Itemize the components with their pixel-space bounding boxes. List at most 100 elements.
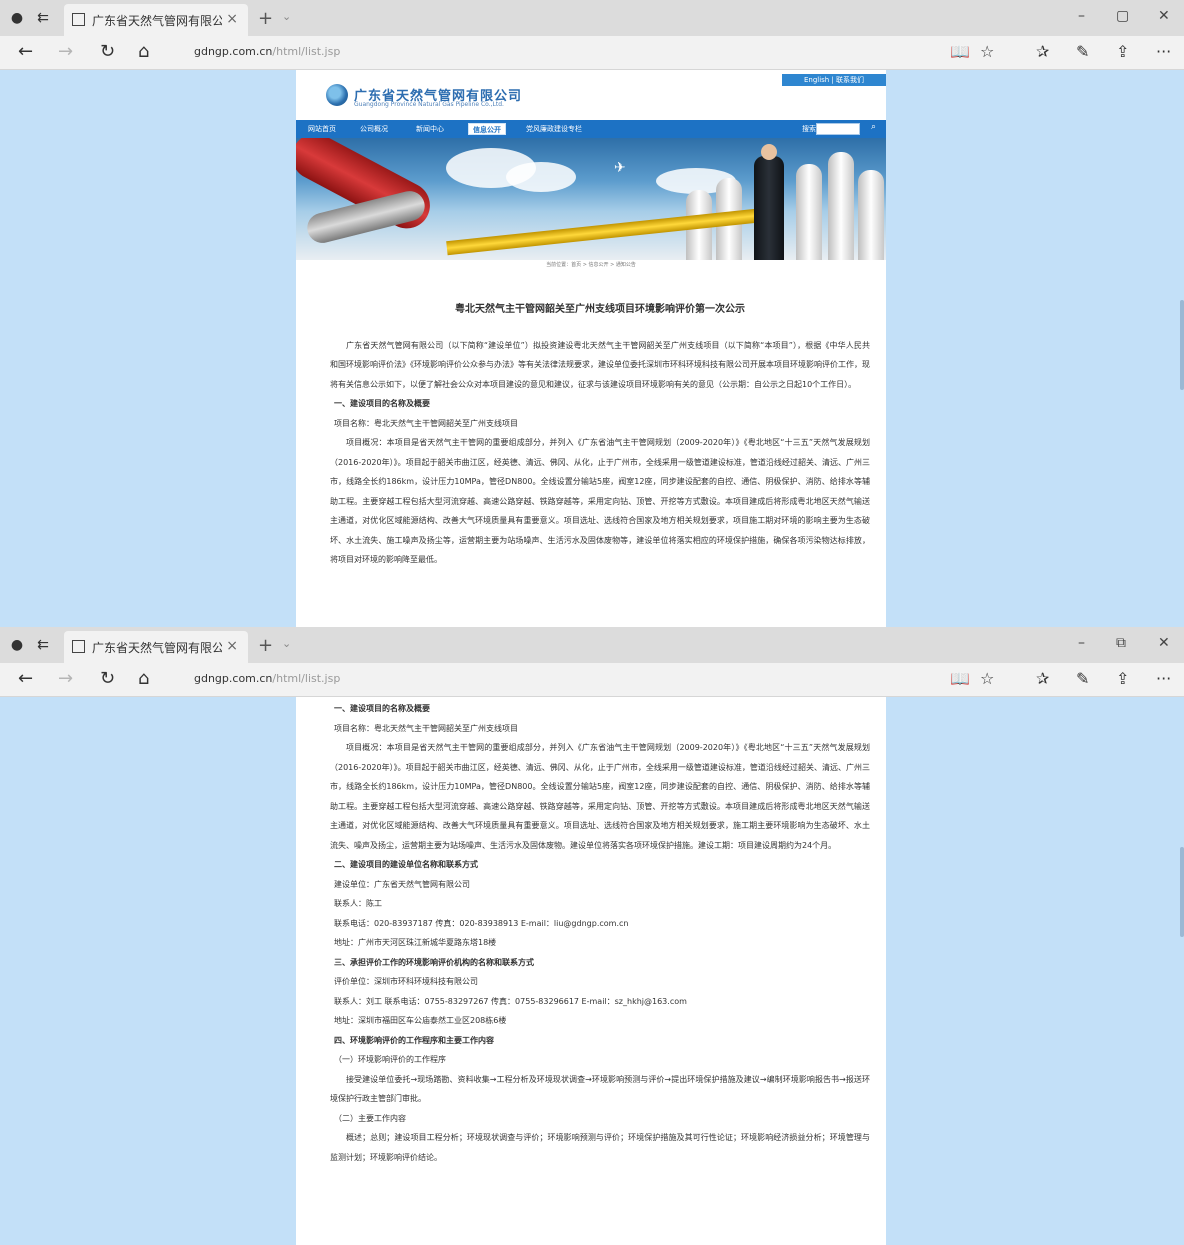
article-title: 粤北天然气主干管网韶关至广州支线项目环境影响评价第一次公示: [455, 304, 745, 315]
home-icon[interactable]: ⌂: [138, 42, 149, 62]
minimize-icon[interactable]: –: [1078, 8, 1085, 24]
search-input[interactable]: [816, 123, 860, 135]
close-window-icon[interactable]: ✕: [1158, 8, 1170, 24]
search-icon[interactable]: ⌕: [871, 122, 876, 132]
nav-news[interactable]: 新闻中心: [412, 123, 448, 135]
article-intro: 广东省天然气管网有限公司（以下简称“建设单位”）拟投资建设粤北天然气主干管网韶关…: [330, 340, 870, 389]
nav-home[interactable]: 网站首页: [304, 123, 340, 135]
eia-contact: 联系人：刘工 联系电话：0755-83297267 传真：0755-832966…: [334, 996, 687, 1006]
address-bar: ← → ↻ ⌂ gdngp.com.cn/html/list.jsp 📖 ☆ ✰…: [0, 36, 1184, 70]
tab-title: 广东省天然气管网有限公司: [92, 14, 222, 28]
procedure-text: 接受建设单位委托→现场踏勘、资料收集→工程分析及环境现状调查→环境影响预测与评价…: [330, 1074, 870, 1104]
more-menu-icon[interactable]: ···: [1156, 669, 1171, 689]
url-path: /html/list.jsp: [272, 45, 341, 58]
scrollbar-thumb[interactable]: [1180, 300, 1184, 390]
scrollbar-thumb[interactable]: [1180, 847, 1184, 937]
nav-info-public[interactable]: 信息公开: [468, 123, 506, 135]
section-heading: 一、建设项目的名称及概要: [334, 399, 430, 408]
section-heading: 一、建设项目的名称及概要: [334, 704, 430, 713]
browser-tab[interactable]: 广东省天然气管网有限公司 ×: [64, 631, 248, 663]
top-links[interactable]: English | 联系我们: [782, 74, 886, 86]
web-page: 广东省天然气管网有限公司 Guangdong Province Natural …: [296, 70, 886, 627]
eia-address: 地址：深圳市福田区车公庙泰然工业区208栋6楼: [334, 1016, 507, 1025]
url-field[interactable]: gdngp.com.cn/html/list.jsp: [194, 45, 340, 58]
refresh-icon[interactable]: ↻: [100, 42, 115, 62]
reading-view-icon[interactable]: 📖: [950, 42, 970, 62]
forward-icon[interactable]: →: [58, 42, 73, 62]
page-icon: [72, 13, 85, 26]
company-logo-icon: [326, 84, 348, 106]
content-text: 概述；总则；建设项目工程分析；环境现状调查与评价；环境影响预测与评价；环境保护措…: [330, 1133, 870, 1162]
page-icon: [72, 640, 85, 653]
share-icon[interactable]: ⇪: [1116, 42, 1129, 62]
owner-phone: 联系电话：020-83937187 传真：020-83938913 E-mail…: [334, 918, 629, 928]
url-host: gdngp.com.cn: [194, 45, 273, 58]
tab-close-icon[interactable]: ×: [226, 11, 238, 27]
share-icon[interactable]: ⇪: [1116, 669, 1129, 689]
tab-actions-icon[interactable]: ⇇: [34, 9, 52, 27]
section-heading: 三、承担评价工作的环境影响评价机构的名称和联系方式: [334, 957, 534, 967]
restore-icon[interactable]: ⧉: [1116, 635, 1126, 651]
reading-view-icon[interactable]: 📖: [950, 669, 970, 689]
person-head: [761, 144, 777, 160]
tab-dropdown-icon[interactable]: ⌄: [282, 10, 291, 23]
favorite-star-icon[interactable]: ☆: [980, 669, 994, 689]
close-window-icon[interactable]: ✕: [1158, 635, 1170, 651]
owner-address: 地址：广州市天河区珠江新城华夏路东塔18楼: [334, 938, 497, 947]
favorites-hub-icon[interactable]: ✰: [1036, 42, 1049, 62]
article-body: 粤北天然气主干管网韶关至广州支线项目环境影响评价第一次公示 广东省天然气管网有限…: [296, 300, 886, 570]
browser-tab[interactable]: 广东省天然气管网有限公司 ×: [64, 4, 248, 36]
url-path: /html/list.jsp: [272, 672, 341, 685]
tab-actions-icon[interactable]: ⇇: [34, 636, 52, 654]
new-tab-icon[interactable]: +: [258, 635, 273, 656]
eia-name: 评价单位：深圳市环科环境科技有限公司: [334, 977, 478, 986]
section-heading: 二、建设项目的建设单位名称和联系方式: [334, 860, 478, 869]
site-nav: 网站首页 公司概况 新闻中心 信息公开 党风廉政建设专栏 搜索 ⌕: [296, 120, 886, 138]
back-icon[interactable]: ←: [18, 669, 33, 689]
home-icon[interactable]: ⌂: [138, 669, 149, 689]
page-viewport: 广东省天然气管网有限公司 Guangdong Province Natural …: [0, 70, 1184, 627]
tab-close-icon[interactable]: ×: [226, 638, 238, 654]
forward-icon[interactable]: →: [58, 669, 73, 689]
breadcrumb: 当前位置：首页 > 信息公开 > 通知公告: [296, 260, 886, 270]
more-menu-icon[interactable]: ···: [1156, 42, 1171, 62]
refresh-icon[interactable]: ↻: [100, 669, 115, 689]
owner-contact: 联系人：陈工: [334, 899, 382, 908]
new-tab-icon[interactable]: +: [258, 8, 273, 29]
site-header: 广东省天然气管网有限公司 Guangdong Province Natural …: [296, 70, 886, 120]
nav-party-column[interactable]: 党风廉政建设专栏: [522, 123, 586, 135]
project-name: 项目名称：粤北天然气主干管网韶关至广州支线项目: [334, 418, 518, 428]
subsection-heading: （二）主要工作内容: [334, 1113, 406, 1123]
project-name: 项目名称：粤北天然气主干管网韶关至广州支线项目: [334, 723, 518, 733]
favorite-star-icon[interactable]: ☆: [980, 42, 994, 62]
maximize-icon[interactable]: ▢: [1116, 8, 1129, 24]
profile-icon[interactable]: ●: [8, 636, 26, 654]
profile-icon[interactable]: ●: [8, 9, 26, 27]
tank-shape: [828, 152, 854, 260]
owner-name: 建设单位：广东省天然气管网有限公司: [334, 879, 470, 889]
nav-about[interactable]: 公司概况: [356, 123, 392, 135]
tab-dropdown-icon[interactable]: ⌄: [282, 637, 291, 650]
banner-image: ✈: [296, 138, 886, 260]
section-heading: 四、环境影响评价的工作程序和主要工作内容: [334, 1035, 494, 1045]
url-field[interactable]: gdngp.com.cn/html/list.jsp: [194, 672, 340, 685]
url-host: gdngp.com.cn: [194, 672, 273, 685]
minimize-icon[interactable]: –: [1078, 635, 1085, 651]
project-summary: 项目概况：本项目是省天然气主干管网的重要组成部分，并列入《广东省油气主干管网规划…: [330, 438, 870, 564]
company-name-en: Guangdong Province Natural Gas Pipeline …: [354, 101, 504, 108]
web-note-icon[interactable]: ✎: [1076, 42, 1089, 62]
subsection-heading: （一）环境影响评价的工作程序: [334, 1055, 446, 1064]
back-icon[interactable]: ←: [18, 42, 33, 62]
search-label: 搜索: [802, 125, 816, 133]
page-viewport: 一、建设项目的名称及概要 项目名称：粤北天然气主干管网韶关至广州支线项目 项目概…: [0, 697, 1184, 1245]
favorites-hub-icon[interactable]: ✰: [1036, 669, 1049, 689]
article-body: 一、建设项目的名称及概要 项目名称：粤北天然气主干管网韶关至广州支线项目 项目概…: [296, 697, 886, 1167]
tab-title: 广东省天然气管网有限公司: [92, 641, 222, 655]
browser-window-bottom: ● ⇇ 广东省天然气管网有限公司 × + ⌄ – ⧉ ✕ ← → ↻ ⌂ gdn…: [0, 627, 1184, 1245]
web-note-icon[interactable]: ✎: [1076, 669, 1089, 689]
tank-shape: [796, 164, 822, 260]
project-summary: 项目概况：本项目是省天然气主干管网的重要组成部分，并列入《广东省油气主干管网规划…: [330, 743, 870, 850]
cloud-shape: [506, 162, 576, 192]
browser-window-top: ● ⇇ 广东省天然气管网有限公司 × + ⌄ – ▢ ✕ ← → ↻ ⌂ gdn…: [0, 0, 1184, 627]
person-figure: [754, 156, 784, 260]
